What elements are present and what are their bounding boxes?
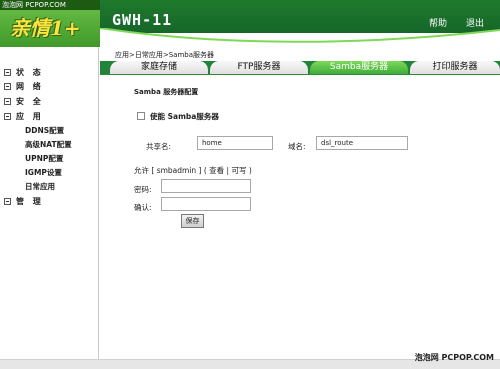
watermark-bottom: 泡泡网 PCPOP.COM bbox=[414, 353, 494, 362]
logo-text: 亲情1+ bbox=[10, 16, 81, 40]
share-name-input[interactable]: home bbox=[197, 136, 273, 150]
sidebar-subitem-daily-apps[interactable]: 日常应用 bbox=[25, 181, 55, 192]
sidebar-subitem-igmp[interactable]: IGMP设置 bbox=[25, 167, 62, 178]
domain-input[interactable]: dsl_route bbox=[316, 136, 408, 150]
sidebar-subitem-ddns[interactable]: DDNS配置 bbox=[25, 125, 64, 136]
domain-label: 域名: bbox=[288, 142, 306, 151]
banner-curve-decoration bbox=[100, 28, 500, 48]
enable-samba-checkbox[interactable] bbox=[137, 112, 145, 120]
share-name-label: 共享名: bbox=[146, 142, 172, 151]
sidebar-subitem-advanced-nat[interactable]: 高级NAT配置 bbox=[25, 139, 72, 150]
top-banner: GWH-11 帮助 退出 bbox=[100, 0, 500, 48]
sidebar-item-label: 管 理 bbox=[16, 197, 44, 206]
tab-print-server[interactable]: 打印服务器 bbox=[410, 61, 500, 75]
password-input[interactable] bbox=[161, 179, 251, 193]
section-title: Samba 服务器配置 bbox=[134, 88, 199, 96]
breadcrumb: 应用>日常应用>Samba服务器 bbox=[115, 51, 215, 59]
sidebar-item-network[interactable]: 网 络 bbox=[4, 81, 44, 92]
tab-bar: 家庭存储 FTP服务器 Samba服务器 打印服务器 bbox=[100, 61, 500, 75]
logo-area: 泡泡网 PCPOP.COM 亲情1+ bbox=[0, 0, 100, 47]
tab-home-storage[interactable]: 家庭存储 bbox=[110, 61, 208, 75]
collapse-icon bbox=[4, 113, 11, 120]
tab-samba-server[interactable]: Samba服务器 bbox=[310, 61, 408, 75]
sidebar-item-label: 安 全 bbox=[16, 97, 44, 106]
expand-icon bbox=[4, 198, 11, 205]
password-label: 密码: bbox=[134, 185, 152, 194]
sidebar-item-label: 网 络 bbox=[16, 82, 44, 91]
sidebar-item-management[interactable]: 管 理 bbox=[4, 196, 44, 207]
tab-ftp-server[interactable]: FTP服务器 bbox=[210, 61, 308, 75]
enable-samba-label: 使能 Samba服务器 bbox=[150, 112, 219, 121]
allow-user-line[interactable]: 允许 [ smbadmin ] ( 查看 | 可写 ) bbox=[134, 165, 252, 176]
sidebar-item-label: 应 用 bbox=[16, 112, 44, 121]
sidebar-item-security[interactable]: 安 全 bbox=[4, 96, 44, 107]
header: 泡泡网 PCPOP.COM 亲情1+ GWH-11 帮助 退出 bbox=[0, 0, 500, 48]
confirm-input[interactable] bbox=[161, 197, 251, 211]
sidebar-item-status[interactable]: 状 态 bbox=[4, 67, 44, 78]
sidebar-item-label: 状 态 bbox=[16, 68, 44, 77]
confirm-label: 确认: bbox=[134, 203, 152, 212]
logout-link[interactable]: 退出 bbox=[466, 16, 484, 29]
sidebar: 状 态 网 络 安 全 应 用 DDNS配置 高级NAT配置 UPNP配置 IG… bbox=[0, 47, 99, 359]
sidebar-item-application[interactable]: 应 用 bbox=[4, 111, 44, 122]
expand-icon bbox=[4, 98, 11, 105]
help-link[interactable]: 帮助 bbox=[429, 16, 447, 29]
expand-icon bbox=[4, 69, 11, 76]
sidebar-subitem-upnp[interactable]: UPNP配置 bbox=[25, 153, 63, 164]
watermark-top: 泡泡网 PCPOP.COM bbox=[0, 0, 100, 10]
tab-underline bbox=[100, 74, 500, 75]
brand-logo: 亲情1+ bbox=[10, 12, 92, 42]
expand-icon bbox=[4, 83, 11, 90]
model-name: GWH-11 bbox=[112, 11, 173, 29]
save-button[interactable]: 保存 bbox=[181, 214, 204, 228]
